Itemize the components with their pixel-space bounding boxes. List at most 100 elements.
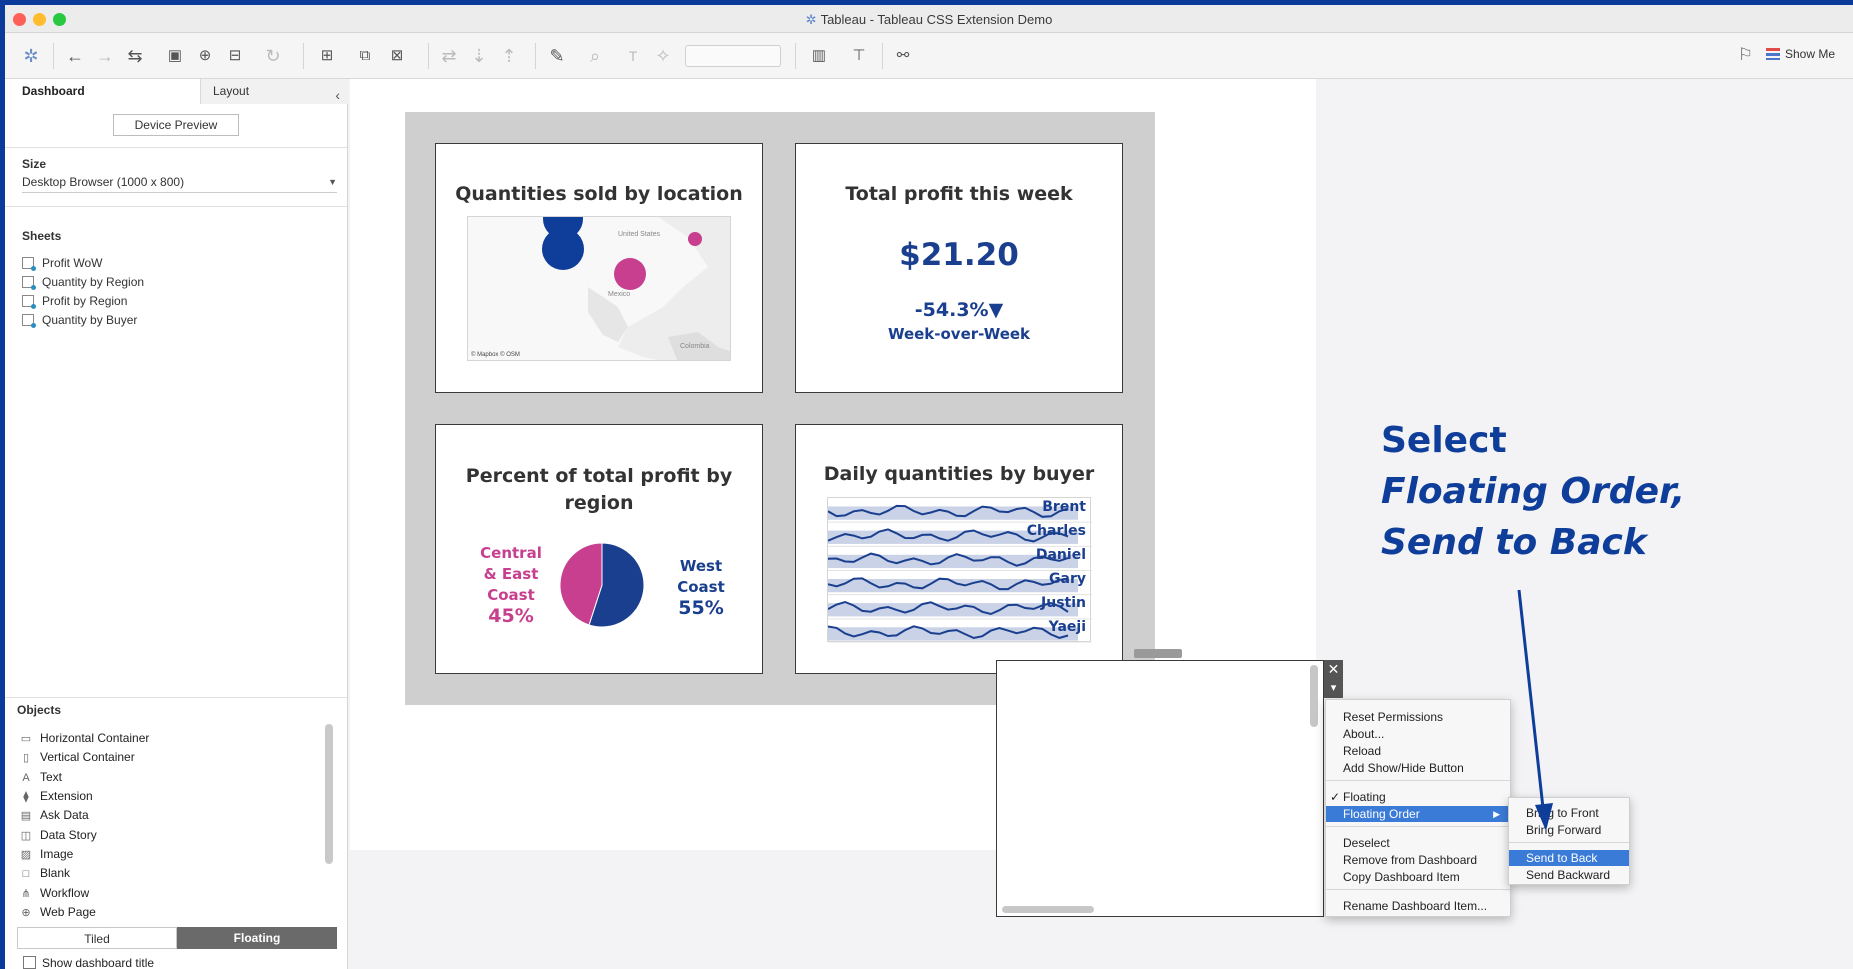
tiled-toggle[interactable]: Tiled (17, 927, 177, 949)
window-title: ✲ Tableau - Tableau CSS Extension Demo (5, 12, 1853, 28)
show-dashboard-title-checkbox[interactable]: Show dashboard title (23, 956, 154, 969)
save-icon[interactable]: ▣ (163, 45, 187, 67)
swap-icon[interactable]: ⇄ (437, 45, 461, 67)
collapse-chevron-icon[interactable]: ‹ (335, 83, 340, 108)
objects-scrollbar[interactable] (325, 724, 333, 864)
menu-item-rename-dashboard-item[interactable]: Rename Dashboard Item... (1326, 898, 1510, 914)
pin-icon[interactable]: ✧ (651, 45, 675, 67)
map-credit: © Mapbox © OSM (471, 352, 520, 358)
show-me-button[interactable]: Show Me (1765, 47, 1835, 61)
pause-icon[interactable]: ⊟ (223, 45, 247, 67)
sheet-item[interactable]: Profit by Region (22, 293, 127, 309)
menu-item-reload[interactable]: Reload (1326, 743, 1510, 759)
menu-item-bring-forward[interactable]: Bring Forward (1509, 822, 1629, 838)
extension-horizontal-scrollbar[interactable] (1002, 906, 1094, 913)
tab-dashboard[interactable]: Dashboard (5, 79, 201, 104)
worksheet-icon (22, 257, 36, 271)
tab-layout[interactable]: Layout ‹ (201, 79, 348, 104)
sheets-section-title: Sheets (22, 229, 62, 243)
profit-change: -54.3%▼ (914, 299, 1004, 321)
annotation-text: Select Floating Order, Send to Back (1381, 415, 1685, 568)
replay-icon[interactable]: ⇆ (123, 45, 147, 67)
new-sheet-icon[interactable]: ⊞ (315, 45, 339, 67)
size-select[interactable]: Desktop Browser (1000 x 800) ▼ (22, 173, 337, 193)
location-map[interactable]: United States Mexico Colombia © Mapbox ©… (467, 216, 731, 361)
window-title-text: Tableau - Tableau CSS Extension Demo (820, 12, 1053, 27)
show-cards-icon[interactable]: ▥ (807, 45, 831, 67)
worksheet-icon (22, 314, 36, 328)
refresh-icon[interactable]: ↻ (261, 45, 285, 67)
worksheet-icon (22, 276, 36, 290)
object-label: Vertical Container (40, 750, 135, 764)
buyer-sparklines[interactable]: Brent Charles Daniel Gary Justin Yaeji (827, 497, 1092, 644)
redo-icon[interactable]: → (93, 45, 117, 67)
web-page-icon: ⊕ (21, 907, 31, 919)
clear-icon[interactable]: ⊠ (385, 45, 409, 67)
pie-title-line1: Percent of total profit by (465, 465, 733, 487)
menu-item-reset-permissions[interactable]: Reset Permissions (1326, 709, 1510, 725)
pie-right-label-line: Coast (677, 578, 725, 596)
map-bubble[interactable] (614, 258, 646, 290)
sheet-item[interactable]: Quantity by Buyer (22, 312, 137, 328)
toolbar: ✲ ← → ⇆ ▣ ⊕ ⊟ ↻ ⊞ ⧉ ⊠ ⇄ ⇣ ⇡ ✎ ⌕ T ✧ ▥ ⊤ … (5, 33, 1853, 79)
extension-vertical-scrollbar[interactable] (1310, 665, 1318, 727)
menu-item-remove-from-dashboard[interactable]: Remove from Dashboard (1326, 852, 1510, 868)
profit-caption: Week-over-Week (887, 325, 1031, 343)
object-workflow[interactable]: ⋔ Workflow (19, 885, 89, 902)
map-card[interactable]: Quantities sold by location United State… (435, 143, 763, 393)
fit-dropdown[interactable] (685, 45, 781, 67)
object-web-page[interactable]: ⊕ Web Page (19, 904, 96, 921)
image-icon: ▨ (20, 849, 32, 861)
object-ask-data[interactable]: ▤ Ask Data (19, 807, 89, 824)
label-icon[interactable]: T (621, 45, 645, 67)
menu-item-about[interactable]: About... (1326, 726, 1510, 742)
object-horizontal-container[interactable]: ▭ Horizontal Container (19, 730, 150, 747)
menu-item-copy-dashboard-item[interactable]: Copy Dashboard Item (1326, 869, 1510, 885)
group-icon[interactable]: ⌕ (583, 45, 607, 67)
profit-card[interactable]: Total profit this week $21.20 -54.3%▼ We… (795, 143, 1123, 393)
object-blank[interactable]: □ Blank (19, 865, 70, 882)
object-vertical-container[interactable]: ▯ Vertical Container (19, 749, 135, 766)
menu-item-floating-order[interactable]: Floating Order ▶ (1326, 806, 1510, 822)
buyer-name: Yaeji (1048, 619, 1086, 635)
menu-item-add-show-hide[interactable]: Add Show/Hide Button (1326, 760, 1510, 776)
floating-toggle[interactable]: Floating (177, 927, 337, 949)
paint-bucket-icon[interactable]: ⚐ (1738, 45, 1753, 65)
move-handle[interactable] (1134, 649, 1182, 658)
annotation-line: Send to Back (1381, 522, 1647, 563)
sort-asc-icon[interactable]: ⇣ (467, 45, 491, 67)
menu-item-floating[interactable]: ✓ Floating (1326, 789, 1510, 805)
tableau-logo-icon[interactable]: ✲ (19, 45, 43, 67)
object-label: Web Page (40, 905, 96, 919)
buyer-name: Daniel (1035, 547, 1086, 563)
sheet-item[interactable]: Profit WoW (22, 255, 102, 271)
menu-item-send-backward[interactable]: Send Backward (1509, 867, 1629, 883)
sheet-item[interactable]: Quantity by Region (22, 274, 144, 290)
share-icon[interactable]: ⚯ (891, 45, 915, 67)
map-bubble[interactable] (688, 232, 702, 246)
close-icon[interactable]: ✕ (1324, 660, 1343, 679)
object-extension[interactable]: ⧫ Extension (19, 788, 92, 805)
object-text[interactable]: A Text (19, 769, 62, 786)
data-story-icon: ◫ (20, 830, 32, 842)
buyer-card[interactable]: Daily quantities by buyer Brent Charles … (795, 424, 1123, 674)
highlight-icon[interactable]: ✎ (545, 45, 569, 67)
object-data-story[interactable]: ◫ Data Story (19, 827, 97, 844)
object-image[interactable]: ▨ Image (19, 846, 74, 863)
menu-item-deselect[interactable]: Deselect (1326, 835, 1510, 851)
new-datasource-icon[interactable]: ⊕ (193, 45, 217, 67)
duplicate-icon[interactable]: ⧉ (353, 45, 377, 67)
undo-icon[interactable]: ← (63, 45, 87, 67)
pie-title-line2: region (564, 492, 634, 514)
pie-left-label: Central & East Coast 45% (476, 543, 546, 628)
sort-desc-icon[interactable]: ⇡ (497, 45, 521, 67)
presentation-icon[interactable]: ⊤ (847, 45, 871, 67)
device-preview-button[interactable]: Device Preview (113, 114, 239, 136)
more-options-icon[interactable]: ▾ (1324, 679, 1343, 698)
menu-item-send-to-back[interactable]: Send to Back (1509, 850, 1629, 866)
text-icon: A (22, 772, 30, 784)
pie-card[interactable]: Percent of total profit by region Central… (435, 424, 763, 674)
extension-frame[interactable] (996, 660, 1324, 917)
menu-item-bring-to-front[interactable]: Bring to Front (1509, 805, 1629, 821)
pie-left-label-line: Coast (487, 586, 535, 604)
